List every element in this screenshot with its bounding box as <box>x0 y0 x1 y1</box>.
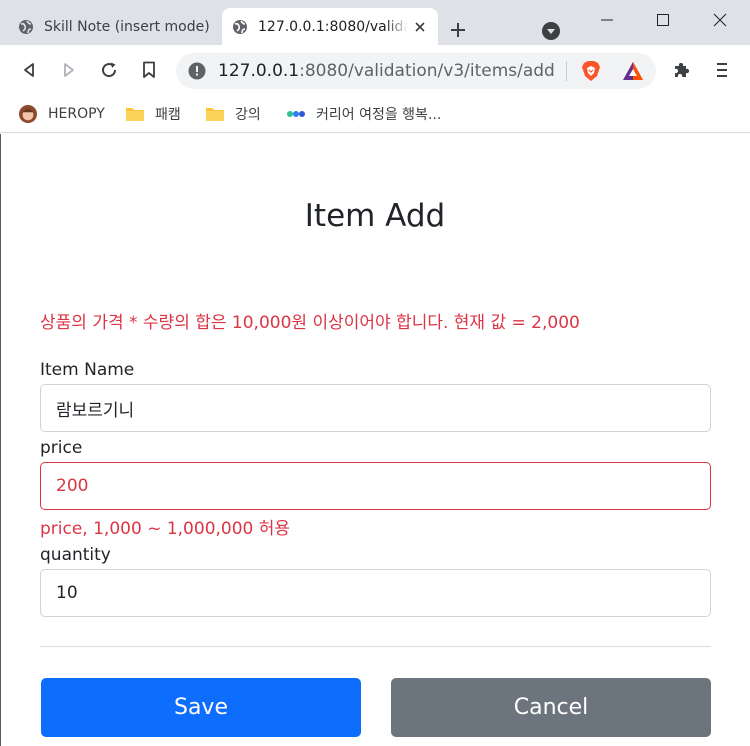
bookmark-folder-paekam[interactable]: 패캠 <box>125 103 181 125</box>
address-divider <box>566 61 567 81</box>
global-error-message: 상품의 가격 * 수량의 합은 10,000원 이상이어야 합니다. 현재 값 … <box>40 313 580 333</box>
bookmark-heropy[interactable]: HEROPY <box>18 103 105 125</box>
tab-skill-note[interactable]: Skill Note (insert mode) <box>8 8 220 45</box>
menu-icon[interactable] <box>711 59 733 81</box>
folder-icon <box>126 108 144 121</box>
save-button[interactable]: Save <box>41 678 361 737</box>
bookmark-icon[interactable] <box>138 59 160 81</box>
price-input[interactable] <box>40 462 711 510</box>
cancel-button[interactable]: Cancel <box>391 678 711 737</box>
bookmarks-bar: HEROPY 패캠 강의 커리어 여정을 행복... <box>0 95 750 133</box>
close-tab-icon[interactable] <box>412 19 428 35</box>
brave-rewards-icon[interactable] <box>622 60 644 82</box>
page-content: Item Add 상품의 가격 * 수량의 합은 10,000원 이상이어야 합… <box>0 134 750 746</box>
tab-strip: Skill Note (insert mode) 127.0.0.1:8080/… <box>0 0 750 45</box>
page-title: Item Add <box>304 198 446 234</box>
window-close-icon[interactable] <box>710 10 730 30</box>
forward-icon[interactable] <box>58 59 80 81</box>
folder-icon <box>206 108 224 121</box>
bookmark-folder-lectures[interactable]: 강의 <box>205 103 261 125</box>
new-tab-icon[interactable] <box>447 19 469 41</box>
price-label: price <box>40 438 83 458</box>
bookmark-label: 패캠 <box>155 107 181 123</box>
url-text[interactable]: 127.0.0.1:8080/validation/v3/items/add <box>218 61 555 81</box>
price-error-message: price, 1,000 ~ 1,000,000 허용 <box>40 519 291 539</box>
address-bar[interactable]: 127.0.0.1:8080/validation/v3/items/add <box>176 53 656 89</box>
bookmark-career[interactable]: 커리어 여정을 행복... <box>286 103 441 125</box>
reload-icon[interactable] <box>98 59 120 81</box>
avatar-icon <box>19 105 37 123</box>
minimize-icon[interactable] <box>597 10 617 30</box>
maximize-icon[interactable] <box>653 10 673 30</box>
tab-title: Skill Note (insert mode) <box>44 18 210 35</box>
url-path: :8080/validation/v3/items/add <box>299 61 555 81</box>
bookmark-label: 강의 <box>235 107 261 123</box>
globe-icon <box>233 19 247 34</box>
tab-title: 127.0.0.1:8080/validation/v3/items/add <box>258 18 408 35</box>
browser-toolbar: 127.0.0.1:8080/validation/v3/items/add <box>0 45 750 95</box>
globe-icon <box>19 19 33 34</box>
quantity-label: quantity <box>40 545 111 565</box>
tab-validation[interactable]: 127.0.0.1:8080/validation/v3/items/add <box>222 8 438 45</box>
dots-logo-icon <box>287 111 305 117</box>
bookmark-label: HEROPY <box>48 106 105 122</box>
quantity-input[interactable] <box>40 569 711 617</box>
item-name-input[interactable] <box>40 384 711 432</box>
back-icon[interactable] <box>18 59 40 81</box>
extensions-icon[interactable] <box>671 59 693 81</box>
tab-search-icon[interactable] <box>541 21 561 41</box>
url-host: 127.0.0.1 <box>218 61 300 81</box>
bookmark-label: 커리어 여정을 행복... <box>316 107 442 123</box>
item-name-label: Item Name <box>40 360 135 380</box>
window-edge <box>0 134 1 746</box>
form-divider <box>40 646 711 647</box>
site-info-icon[interactable] <box>188 62 206 80</box>
brave-shields-icon[interactable] <box>580 60 602 82</box>
